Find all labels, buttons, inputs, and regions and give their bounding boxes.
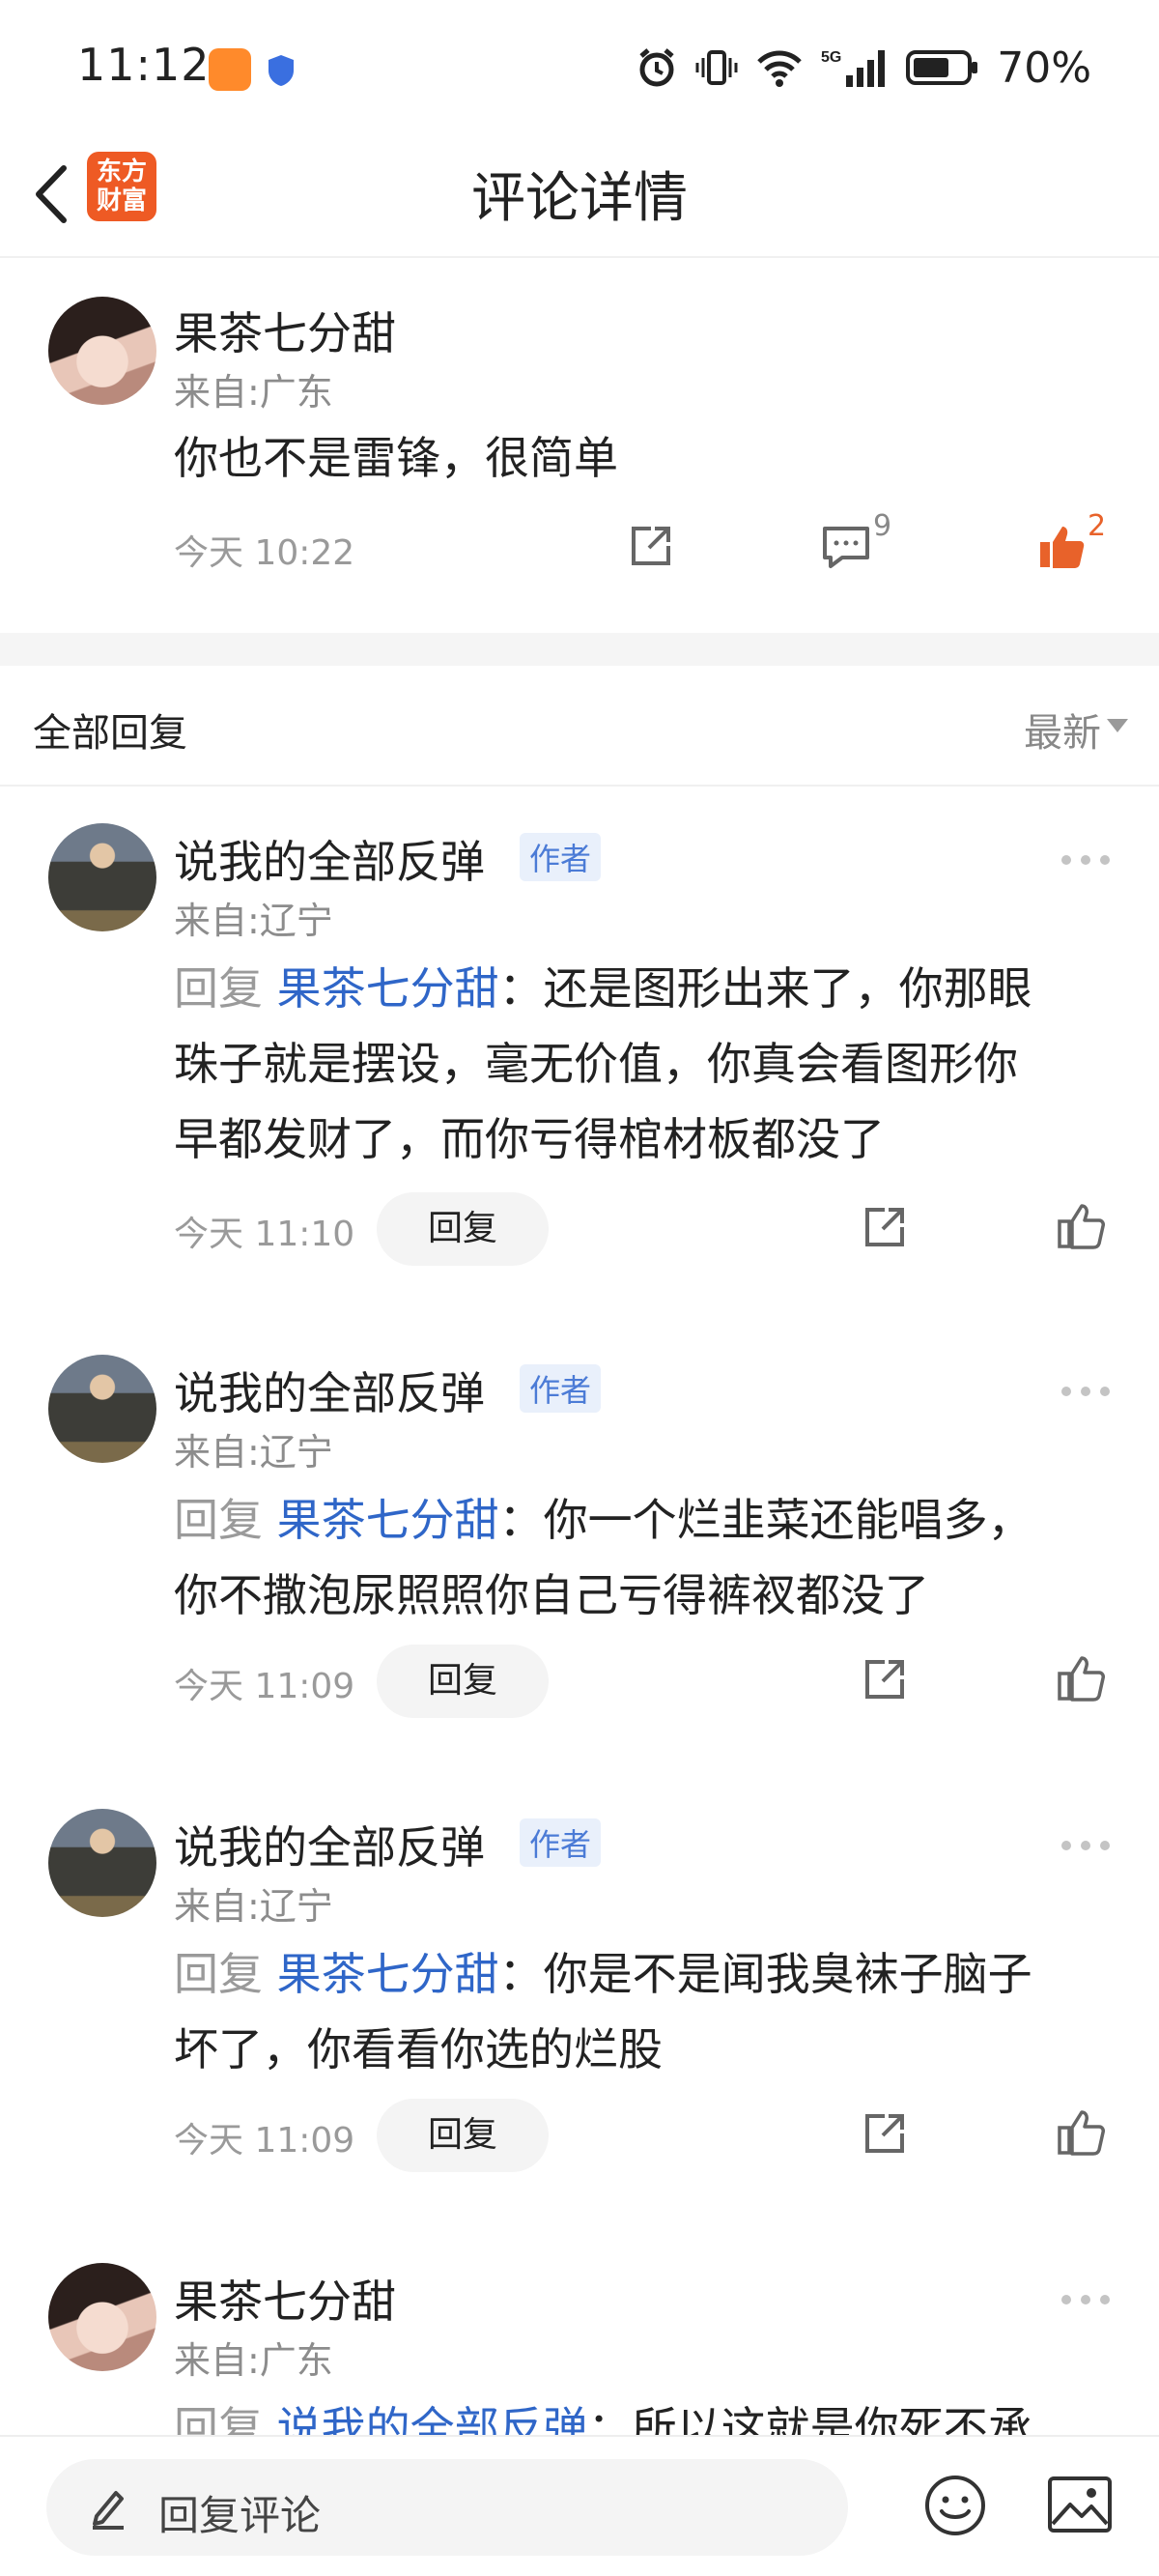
shield-icon (269, 55, 294, 86)
more-options-icon[interactable] (1060, 854, 1111, 866)
reply-time: 今天 11:10 (174, 1215, 355, 1254)
replies-title: 全部回复 (33, 711, 187, 756)
emoji-icon[interactable] (923, 2474, 987, 2537)
like-icon[interactable] (1057, 1202, 1105, 1250)
comment-location: 来自:广东 (174, 371, 333, 414)
reply-time: 今天 11:09 (174, 2121, 355, 2161)
comment-content: 你也不是雷锋，很简单 (174, 432, 618, 484)
reply-prefix: 回复 (174, 2402, 263, 2435)
reply-username[interactable]: 果茶七分甜 (174, 2267, 396, 2331)
avatar[interactable] (48, 297, 156, 405)
section-divider (0, 633, 1159, 666)
alarm-icon (639, 48, 674, 87)
sort-dropdown[interactable]: 最新 (1024, 701, 1101, 758)
system-indicators: 5G 70% (636, 39, 1091, 97)
pencil-icon (93, 2491, 124, 2530)
like-count: 2 (1088, 509, 1107, 543)
status-bar: 11:12 5G 70% (0, 0, 1159, 145)
share-icon[interactable] (862, 1204, 908, 1250)
reply-text-line: ：你是不是闻我臭袜子脑子 (498, 1948, 1032, 2000)
author-tag: 作者 (520, 833, 602, 881)
svg-text:5G: 5G (821, 49, 841, 66)
reply-location: 来自:辽宁 (174, 1885, 333, 1928)
more-options-icon[interactable] (1060, 2294, 1111, 2305)
signal-5g-icon: 5G (821, 49, 886, 87)
vibrate-icon (695, 50, 738, 85)
status-time: 11:12 (77, 39, 211, 91)
reply-username[interactable]: 说我的全部反弹 (174, 1359, 485, 1422)
reply-text-line: ：你一个烂韭菜还能唱多， (498, 1494, 1032, 1546)
page-title: 评论详情 (471, 167, 688, 230)
like-icon[interactable] (1057, 2108, 1105, 2157)
reply-item: 说我的全部反弹 作者 来自:辽宁 回复 果茶七分甜：你是不是闻我臭袜子脑子 坏了… (0, 1770, 1159, 2195)
comment-count: 9 (873, 509, 892, 543)
reply-text-line: ：所以这就是你死不承 (587, 2402, 1032, 2435)
reply-username[interactable]: 说我的全部反弹 (174, 827, 485, 891)
reply-username[interactable]: 说我的全部反弹 (174, 1813, 485, 1876)
reply-text-line: ：还是图形出来了，你那眼 (498, 962, 1032, 1015)
more-options-icon[interactable] (1060, 1840, 1111, 1851)
more-options-icon[interactable] (1060, 1386, 1111, 1397)
reply-text-line: 珠子就是摆设，毫无价值，你真会看图形你 (174, 1038, 1018, 1090)
reply-content: 回复 果茶七分甜：你是不是闻我臭袜子脑子 坏了，你看看你选的烂股 (174, 1936, 1101, 2087)
reply-button[interactable]: 回复 (377, 1192, 549, 1266)
reply-input-placeholder[interactable]: 回复评论 (158, 2483, 321, 2542)
comment-icon[interactable] (821, 525, 871, 569)
reply-content: 回复 果茶七分甜：你一个烂韭菜还能唱多， 你不撒泡尿照照你自己亏得裤衩都没了 (174, 1482, 1101, 1633)
reply-content: 回复 说我的全部反弹：所以这就是你死不承 (174, 2390, 1101, 2435)
wifi-icon (757, 50, 802, 87)
reply-button[interactable]: 回复 (377, 1645, 549, 1718)
sort-caret-icon[interactable] (1107, 719, 1128, 732)
reply-prefix: 回复 (174, 1494, 263, 1546)
reply-target-user[interactable]: 果茶七分甜 (277, 962, 499, 1015)
reply-button[interactable]: 回复 (377, 2099, 549, 2172)
reply-time: 今天 11:09 (174, 1667, 355, 1706)
battery-percent: 70% (997, 43, 1091, 93)
avatar[interactable] (48, 2263, 156, 2371)
reply-location: 来自:辽宁 (174, 1431, 333, 1474)
like-icon-active[interactable] (1037, 523, 1086, 571)
reply-item: 果茶七分甜 来自:广东 回复 说我的全部反弹：所以这就是你死不承 (0, 2224, 1159, 2435)
image-icon[interactable] (1047, 2476, 1113, 2533)
reply-item: 说我的全部反弹 作者 来自:辽宁 回复 果茶七分甜：你一个烂韭菜还能唱多， 你不… (0, 1316, 1159, 1741)
notification-app-icon (209, 48, 251, 91)
avatar[interactable] (48, 1355, 156, 1463)
comment-time: 今天 10:22 (174, 533, 355, 573)
share-icon[interactable] (862, 2110, 908, 2157)
author-tag: 作者 (520, 1818, 602, 1867)
reply-text-line: 坏了，你看看你选的烂股 (174, 2023, 663, 2075)
reply-target-user[interactable]: 说我的全部反弹 (277, 2402, 588, 2435)
like-icon[interactable] (1057, 1654, 1105, 1703)
avatar[interactable] (48, 1809, 156, 1917)
comment-username[interactable]: 果茶七分甜 (174, 299, 396, 362)
author-tag: 作者 (520, 1364, 602, 1413)
reply-text-line: 早都发财了，而你亏得棺材板都没了 (174, 1113, 885, 1165)
share-icon[interactable] (862, 1656, 908, 1703)
reply-prefix: 回复 (174, 1948, 263, 2000)
avatar[interactable] (48, 823, 156, 931)
reply-item: 说我的全部反弹 作者 来自:辽宁 回复 果茶七分甜：还是图形出来了，你那眼 珠子… (0, 785, 1159, 1287)
share-icon[interactable] (628, 523, 674, 569)
reply-location: 来自:广东 (174, 2339, 333, 2382)
reply-target-user[interactable]: 果茶七分甜 (277, 1494, 499, 1546)
reply-text-line: 你不撒泡尿照照你自己亏得裤衩都没了 (174, 1569, 929, 1621)
reply-location: 来自:辽宁 (174, 900, 333, 942)
battery-icon (906, 50, 978, 85)
reply-target-user[interactable]: 果茶七分甜 (277, 1948, 499, 2000)
reply-content: 回复 果茶七分甜：还是图形出来了，你那眼 珠子就是摆设，毫无价值，你真会看图形你… (174, 951, 1101, 1177)
main-comment: 果茶七分甜 来自:广东 你也不是雷锋，很简单 今天 10:22 9 2 (0, 256, 1159, 633)
reply-prefix: 回复 (174, 962, 263, 1015)
